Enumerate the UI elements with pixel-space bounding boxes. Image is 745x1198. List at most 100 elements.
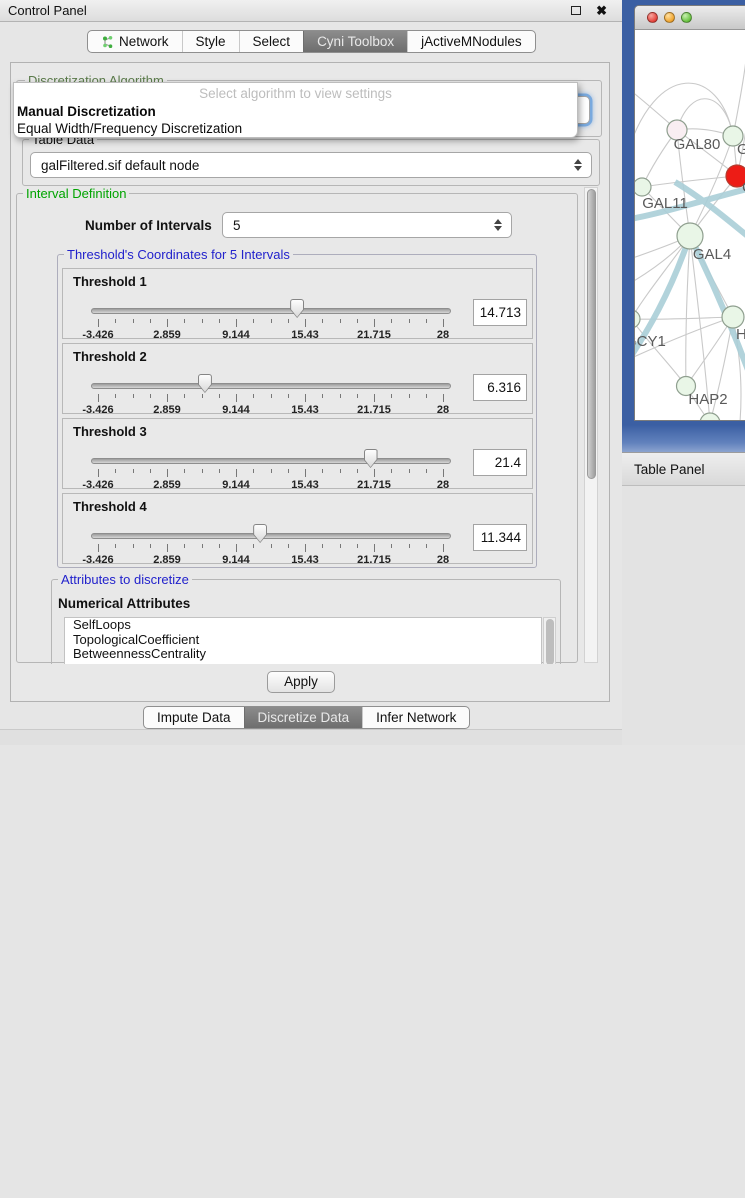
table-panel-body: shared... na YDL19...YDL1YDR27...YDR2YBR…	[622, 486, 745, 745]
tick-mark	[219, 544, 220, 548]
tick-mark	[322, 394, 323, 398]
node-right[interactable]	[722, 306, 744, 328]
slider-track[interactable]	[91, 533, 451, 539]
tab-select[interactable]: Select	[239, 31, 304, 52]
node-GAL11[interactable]	[635, 178, 651, 196]
tick-mark	[409, 319, 410, 323]
tick-mark	[426, 319, 427, 323]
slider-track[interactable]	[91, 458, 451, 464]
numerical-attributes-list[interactable]: SelfLoopsTopologicalCoefficientBetweenne…	[64, 617, 542, 664]
node-GCY1[interactable]	[635, 310, 640, 328]
network-nodes[interactable]	[635, 120, 745, 421]
slider-track[interactable]	[91, 308, 451, 314]
tick-mark	[374, 544, 375, 552]
algorithm-placeholder-option: Select algorithm to view settings	[14, 83, 577, 104]
tab-network[interactable]: Network	[88, 31, 182, 52]
tick-mark	[167, 394, 168, 402]
threshold-4-panel: Threshold 4 -3.4262.8599.14415.4321.7152…	[62, 493, 533, 564]
tick-mark	[305, 319, 306, 327]
axis-label: 15.43	[291, 479, 319, 491]
network-window-titlebar[interactable]	[635, 6, 745, 30]
axis-label: -3.426	[82, 404, 113, 416]
slider-axis-labels: -3.4262.8599.14415.4321.71528	[98, 402, 443, 415]
axis-label: 2.859	[153, 554, 181, 566]
tick-mark	[167, 544, 168, 552]
threshold-1-slider[interactable]: -3.4262.8599.14415.4321.71528	[98, 269, 443, 340]
axis-label: 15.43	[291, 404, 319, 416]
axis-label: 21.715	[357, 554, 391, 566]
axis-label: 28	[437, 404, 449, 416]
node-bottom[interactable]	[700, 413, 720, 421]
table-data-combobox[interactable]: galFiltered.sif default node	[30, 152, 592, 178]
threshold-2-slider[interactable]: -3.4262.8599.14415.4321.71528	[98, 344, 443, 415]
axis-label: 2.859	[153, 404, 181, 416]
apply-button[interactable]: Apply	[267, 671, 335, 693]
settings-vertical-scrollbar[interactable]	[584, 187, 598, 663]
algorithm-option-equal-width[interactable]: Equal Width/Frequency Discretization	[14, 121, 577, 138]
tick-mark	[443, 469, 444, 477]
algorithm-dropdown-popup: Select algorithm to view settings Manual…	[13, 82, 578, 138]
axis-label: 21.715	[357, 404, 391, 416]
tick-mark	[150, 544, 151, 548]
float-icon	[571, 6, 581, 15]
window-close-button[interactable]	[647, 12, 658, 23]
tick-mark	[167, 469, 168, 477]
label-GAL11: GAL11	[642, 195, 688, 212]
threshold-4-slider[interactable]: -3.4262.8599.14415.4321.71528	[98, 494, 443, 565]
slider-thumb[interactable]	[290, 299, 304, 318]
number-of-intervals-combobox[interactable]: 5	[222, 212, 512, 238]
threshold-2-value-field[interactable]: 6.316	[473, 374, 527, 401]
tab-discretize-data[interactable]: Discretize Data	[244, 707, 363, 728]
tick-mark	[340, 394, 341, 398]
algorithm-option-manual[interactable]: Manual Discretization	[14, 104, 577, 121]
tick-mark	[150, 469, 151, 473]
tab-jactivemnodules[interactable]: jActiveMNodules	[407, 31, 535, 52]
network-canvas[interactable]: GAL80 GA C GAL11 GAL4 GCY1 H HAP2	[635, 30, 745, 421]
attribute-list-item[interactable]: TopologicalCoefficient	[65, 633, 541, 648]
network-graph: GAL80 GA C GAL11 GAL4 GCY1 H HAP2	[635, 30, 745, 421]
slider-thumb[interactable]	[198, 374, 212, 393]
threshold-3-slider[interactable]: -3.4262.8599.14415.4321.71528	[98, 419, 443, 490]
tab-cyni-toolbox[interactable]: Cyni Toolbox	[303, 31, 407, 52]
tick-mark	[115, 469, 116, 473]
tab-infer-network[interactable]: Infer Network	[362, 707, 469, 728]
attributes-group-title: Attributes to discretize	[58, 572, 192, 587]
tick-mark	[374, 394, 375, 402]
tick-mark	[184, 544, 185, 548]
tick-mark	[271, 469, 272, 473]
float-panel-button[interactable]	[571, 6, 581, 15]
bottom-strip	[0, 729, 622, 745]
tick-mark	[219, 319, 220, 323]
tick-mark	[288, 544, 289, 548]
slider-thumb[interactable]	[364, 449, 378, 468]
threshold-4-value-field[interactable]: 11.344	[473, 524, 527, 551]
window-zoom-button[interactable]	[681, 12, 692, 23]
threshold-3-value-field[interactable]: 21.4	[473, 449, 527, 476]
tick-mark	[271, 544, 272, 548]
tick-mark	[133, 544, 134, 548]
tab-impute-data[interactable]: Impute Data	[144, 707, 244, 728]
window-minimize-button[interactable]	[664, 12, 675, 23]
tick-mark	[98, 319, 99, 327]
tick-mark	[443, 394, 444, 402]
tick-mark	[253, 319, 254, 323]
slider-thumb[interactable]	[253, 524, 267, 543]
slider-track[interactable]	[91, 383, 451, 389]
scrollbar-thumb[interactable]	[587, 189, 596, 479]
close-panel-button[interactable]: ✖	[596, 6, 607, 16]
attribute-list-item[interactable]: SelfLoops	[65, 618, 541, 633]
axis-label: -3.426	[82, 329, 113, 341]
axis-label: 21.715	[357, 329, 391, 341]
interval-definition-group: Interval Definition Number of Intervals …	[16, 193, 578, 663]
axis-label: 21.715	[357, 479, 391, 491]
tick-mark	[98, 394, 99, 402]
tick-mark	[133, 394, 134, 398]
threshold-1-value-field[interactable]: 14.713	[473, 299, 527, 326]
tick-mark	[374, 319, 375, 327]
attribute-list-item[interactable]: BetweennessCentrality	[65, 647, 541, 662]
attributes-list-scrollbar[interactable]	[543, 617, 556, 664]
label-right: H	[736, 326, 745, 343]
tab-style[interactable]: Style	[182, 31, 239, 52]
tick-mark	[253, 469, 254, 473]
tick-mark	[271, 319, 272, 323]
